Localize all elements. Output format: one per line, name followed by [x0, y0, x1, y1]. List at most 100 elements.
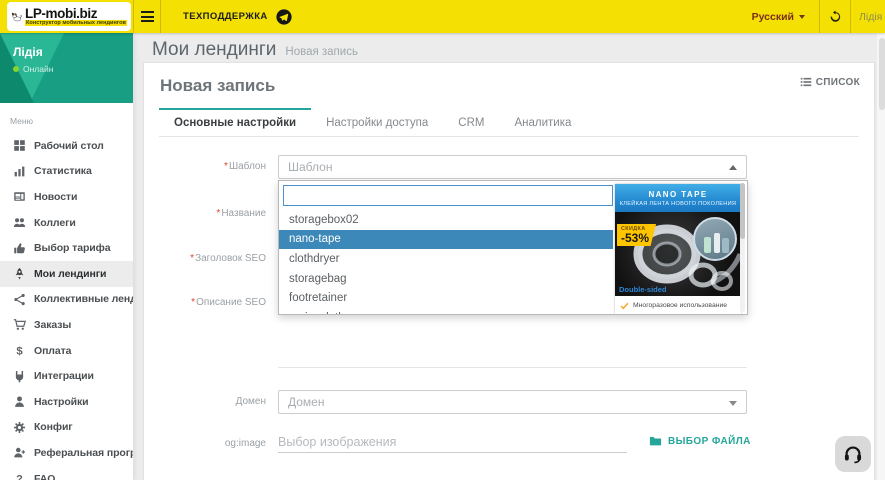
preview-photo: СКИДКА -53% Double-sided: [615, 212, 741, 296]
chevron-up-icon: [729, 165, 737, 170]
tech-support-label: ТЕХПОДДЕРЖКА: [183, 11, 268, 22]
record-card: Новая запись СПИСОК Основные настройки Н…: [143, 62, 875, 480]
template-select[interactable]: Шаблон: [278, 155, 747, 179]
tab-crm[interactable]: CRM: [443, 108, 499, 136]
logo[interactable]: LP-mobi.biz Конструктор мобильных лендин…: [7, 2, 131, 31]
tech-support-link[interactable]: ТЕХПОДДЕРЖКА: [183, 0, 292, 33]
option-footretainer[interactable]: footretainer: [279, 288, 613, 308]
template-select-value: Шаблон: [288, 160, 332, 174]
sidebar-item-my-landings[interactable]: Мои лендинги: [0, 261, 133, 287]
refresh-icon: [829, 10, 842, 23]
hamburger-icon: [141, 11, 154, 13]
og-image-label: og:image: [144, 438, 266, 449]
news-icon: [12, 190, 26, 203]
sidebar-item-referral[interactable]: Реферальная программа: [0, 440, 133, 466]
sidebar-item-settings[interactable]: Настройки: [0, 389, 133, 415]
gear-icon: [12, 421, 26, 434]
preview-subtitle: КЛЕЙКАЯ ЛЕНТА НОВОГО ПОКОЛЕНИЯ: [620, 201, 737, 207]
page-scrollbar[interactable]: [876, 33, 885, 480]
sidebar-item-dashboard[interactable]: Рабочий стол: [0, 133, 133, 159]
page-scroll-thumb[interactable]: [879, 38, 885, 110]
page-title: Новая запись: [160, 76, 275, 96]
dashboard-icon: [12, 139, 26, 152]
tab-analytics[interactable]: Аналитика: [499, 108, 586, 136]
seo-description-label: *Описание SEO: [144, 297, 266, 308]
dog-logo-icon: [11, 4, 22, 30]
preview-caption: Double-sided: [619, 285, 667, 294]
sidebar-item-collective-landings[interactable]: Коллективные лендинги: [0, 287, 133, 313]
logo-subtitle: Конструктор мобильных лендингов: [25, 20, 127, 26]
person-add-icon: [12, 446, 26, 459]
sidebar: Лідія Онлайн Меню Рабочий стол Статистик…: [0, 33, 133, 480]
bar-chart-icon: [12, 165, 26, 178]
dollar-icon: $: [12, 344, 26, 357]
dropdown-scroll-thumb[interactable]: [740, 183, 745, 239]
list-button[interactable]: СПИСОК: [800, 76, 860, 88]
tab-bar: Основные настройки Настройки доступа CRM…: [159, 108, 859, 137]
sidebar-item-statistics[interactable]: Статистика: [0, 159, 133, 185]
svg-text:$: $: [16, 346, 23, 357]
app-root: LP-mobi.biz Конструктор мобильных лендин…: [0, 0, 885, 480]
people-icon: [12, 216, 26, 229]
user-menu[interactable]: Лідія: [851, 0, 885, 33]
template-label: *Шаблон: [144, 161, 266, 172]
thumb-up-icon: [12, 242, 26, 255]
list-button-label: СПИСОК: [816, 77, 860, 88]
breadcrumb-section: Мои лендинги: [152, 39, 276, 61]
sidebar-profile[interactable]: Лідія Онлайн: [0, 33, 133, 103]
og-image-input[interactable]: [278, 431, 627, 453]
online-status-label: Онлайн: [23, 64, 53, 74]
sidebar-item-faq[interactable]: ? FAQ: [0, 466, 133, 480]
topbar-right: Русский Лідія: [738, 0, 885, 33]
sidebar-nav: Рабочий стол Статистика Новости Коллеги …: [0, 133, 133, 480]
sidebar-item-config[interactable]: Конфиг: [0, 415, 133, 441]
chevron-down-icon: [799, 15, 805, 19]
plug-icon: [12, 370, 26, 383]
sidebar-item-tariff[interactable]: Выбор тарифа: [0, 235, 133, 261]
domain-select[interactable]: Домен: [278, 390, 747, 414]
option-springclothes[interactable]: springclothes: [279, 308, 613, 314]
choose-file-button[interactable]: ВЫБОР ФАЙЛА: [649, 435, 751, 447]
chevron-down-icon: [729, 401, 737, 406]
svg-text:?: ?: [16, 474, 23, 480]
telegram-icon: [276, 9, 292, 25]
option-storagebox02[interactable]: storagebox02: [279, 210, 613, 230]
check-icon: [620, 301, 629, 310]
option-storagebag[interactable]: storagebag: [279, 269, 613, 289]
template-option-list: storagebox02 nano-tape clothdryer storag…: [279, 210, 613, 314]
template-search-input[interactable]: [283, 185, 613, 206]
sidebar-item-colleagues[interactable]: Коллеги: [0, 210, 133, 236]
folder-icon: [649, 435, 662, 447]
sidebar-item-payment[interactable]: $ Оплата: [0, 338, 133, 364]
topbar-divider: [160, 0, 161, 33]
language-label: Русский: [752, 11, 794, 23]
tab-main-settings[interactable]: Основные настройки: [159, 108, 311, 136]
online-status-dot: [13, 66, 19, 72]
support-chat-button[interactable]: [835, 436, 871, 472]
headset-icon: [842, 443, 864, 465]
tab-access-settings[interactable]: Настройки доступа: [311, 108, 443, 136]
language-selector[interactable]: Русский: [738, 0, 819, 33]
sidebar-item-orders[interactable]: Заказы: [0, 312, 133, 338]
share-icon: [12, 293, 26, 306]
domain-label: Домен: [144, 396, 266, 407]
preview-header: NANO TAPE КЛЕЙКАЯ ЛЕНТА НОВОГО ПОКОЛЕНИЯ: [615, 184, 741, 212]
refresh-button[interactable]: [820, 0, 850, 33]
sidebar-toggle-button[interactable]: [136, 0, 159, 33]
sidebar-item-news[interactable]: Новости: [0, 184, 133, 210]
profile-name: Лідія: [13, 45, 120, 59]
topbar-divider: [133, 0, 134, 33]
dropdown-scrollbar[interactable]: [740, 183, 745, 312]
breadcrumb: Мои лендинги Новая запись: [152, 39, 358, 61]
topbar: LP-mobi.biz Конструктор мобильных лендин…: [0, 0, 885, 33]
preview-feature: Многоразовое использование: [615, 296, 741, 314]
name-label: *Название: [144, 208, 266, 219]
preview-feature-text: Многоразовое использование: [633, 302, 727, 309]
template-preview: NANO TAPE КЛЕЙКАЯ ЛЕНТА НОВОГО ПОКОЛЕНИЯ: [615, 184, 741, 314]
option-clothdryer[interactable]: clothdryer: [279, 249, 613, 269]
domain-select-value: Домен: [288, 395, 325, 409]
breadcrumb-current: Новая запись: [285, 46, 358, 58]
sidebar-item-integrations[interactable]: Интеграции: [0, 363, 133, 389]
option-nano-tape[interactable]: nano-tape: [279, 230, 613, 250]
rocket-icon: [12, 267, 26, 280]
